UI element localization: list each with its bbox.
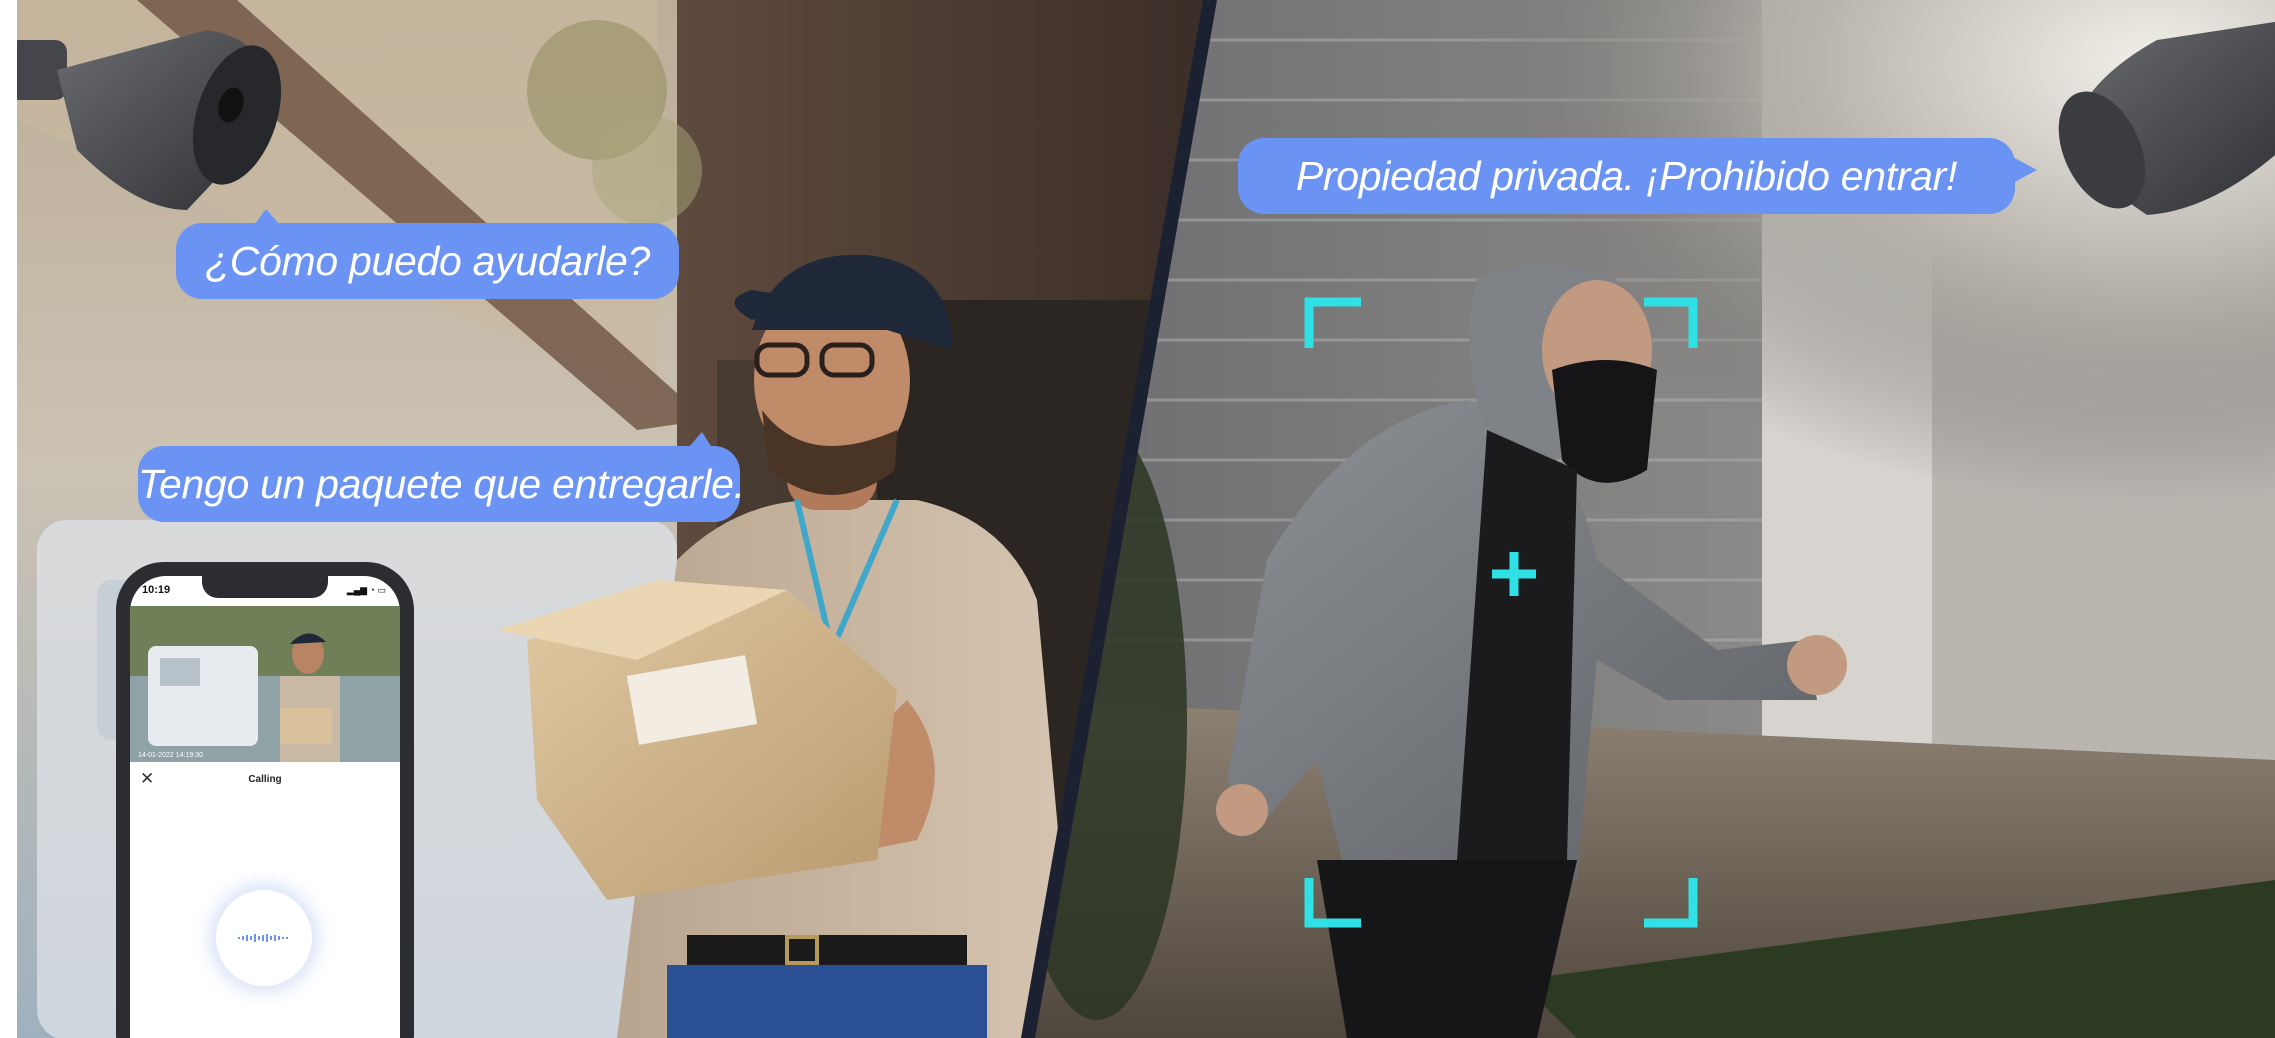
camera-warning-bubble: Propiedad privada. ¡Prohibido entrar! bbox=[1238, 138, 2037, 214]
bubble-tail bbox=[254, 209, 280, 225]
courier-reply-text: Tengo un paquete que entregarle. bbox=[138, 461, 745, 507]
feed-timestamp: 14-01-2022 14:19:30 bbox=[138, 752, 203, 759]
camera-greeting-text: ¿Cómo puedo ayudarle? bbox=[205, 238, 650, 284]
phone-clock: 10:19 bbox=[142, 584, 171, 596]
call-status: Calling bbox=[248, 774, 282, 785]
phone-mockup: 10:19 ▂▄▆ ◔ ▭ 14-01-2022 14:19:30 ✕ Call… bbox=[116, 562, 414, 1038]
phone-screen: 10:19 ▂▄▆ ◔ ▭ 14-01-2022 14:19:30 ✕ Call… bbox=[130, 576, 400, 1038]
left-margin bbox=[0, 0, 17, 1038]
signal-wifi-battery-icon: ▂▄▆ ◔ ▭ bbox=[346, 585, 386, 595]
bubble-tail bbox=[2011, 156, 2037, 184]
phone-notch bbox=[202, 576, 328, 598]
voice-talk-button[interactable] bbox=[216, 890, 312, 986]
camera-greeting-bubble: ¿Cómo puedo ayudarle? bbox=[176, 209, 679, 299]
soundwave-icon bbox=[238, 934, 288, 942]
camera-feed-thumbnail[interactable] bbox=[130, 606, 400, 762]
promo-banner: 10:19 ▂▄▆ ◔ ▭ 14-01-2022 14:19:30 ✕ Call… bbox=[0, 0, 2275, 1038]
courier-reply-bubble: Tengo un paquete que entregarle. bbox=[138, 432, 745, 522]
bubble-tail bbox=[688, 432, 712, 448]
camera-warning-text: Propiedad privada. ¡Prohibido entrar! bbox=[1295, 153, 1958, 199]
